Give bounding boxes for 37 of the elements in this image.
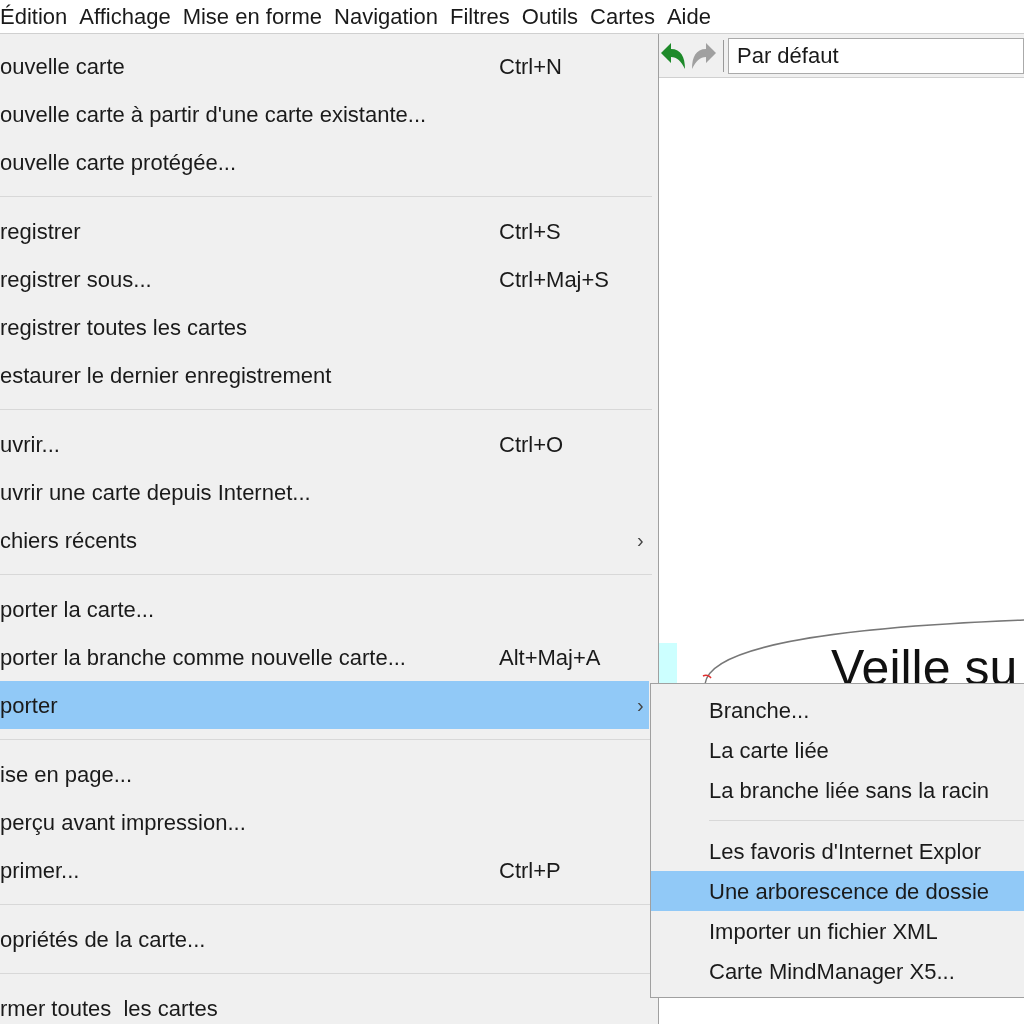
submenu-item[interactable]: Une arborescence de dossie <box>651 871 1024 911</box>
menu-bar-item[interactable]: Navigation <box>334 0 438 33</box>
submenu-arrow: › <box>637 528 645 553</box>
menu-item[interactable]: ise en page... <box>0 750 649 798</box>
menu-bar-item[interactable]: Aide <box>666 0 711 33</box>
menu-item[interactable]: ouvelle carte à partir d'une carte existante... <box>0 90 649 138</box>
menu-item[interactable]: registrer toutes les cartes <box>0 303 649 351</box>
menu-item[interactable]: uvrir une carte depuis Internet... <box>0 468 649 516</box>
menu-item[interactable]: estaurer le dernier enregistrement <box>0 351 649 399</box>
menu-bar-item[interactable]: Filtres <box>449 0 510 33</box>
submenu-arrow: › <box>637 693 645 718</box>
submenu-item[interactable]: Carte MindManager X5... <box>651 951 1024 991</box>
menu-item[interactable]: opriétés de la carte... <box>0 915 649 963</box>
menu-bar-item[interactable]: Édition <box>0 0 68 33</box>
menu-bar-item[interactable]: Mise en forme <box>182 0 322 33</box>
menu-item[interactable]: registrer Ctrl+S <box>0 207 649 255</box>
menu-bar-item[interactable]: Affichage <box>79 0 171 33</box>
style-select[interactable]: Par défaut <box>728 37 1024 74</box>
menu-item[interactable]: primer... Ctrl+P <box>0 846 649 894</box>
menu-bar-item[interactable]: Outils <box>521 0 579 33</box>
submenu-item[interactable]: La branche liée sans la racin <box>651 770 1024 810</box>
submenu-item[interactable]: Branche... <box>651 690 1024 730</box>
menu-item[interactable]: ouvelle carte Ctrl+N <box>0 42 649 90</box>
redo-icon[interactable] <box>689 40 719 71</box>
menu-item[interactable]: chiers récents › <box>0 516 649 564</box>
menu-item[interactable]: porter la carte... <box>0 585 649 633</box>
submenu-item[interactable]: Les favoris d'Internet Explor <box>651 831 1024 871</box>
menu-item[interactable]: perçu avant impression... <box>0 798 649 846</box>
submenu-item[interactable]: Importer un fichier XML <box>651 911 1024 951</box>
menu-item[interactable]: rmer toutes les cartes <box>0 984 649 1024</box>
menu-item[interactable]: porter la branche comme nouvelle carte... Alt+Maj+A <box>0 633 649 681</box>
menu-item[interactable]: uvrir... Ctrl+O <box>0 420 649 468</box>
menu-item[interactable]: ouvelle carte protégée... <box>0 138 649 186</box>
menu-item[interactable]: registrer sous... Ctrl+Maj+S <box>0 255 649 303</box>
menu-item[interactable]: porter › <box>0 681 649 729</box>
menu-bar-item[interactable]: Cartes <box>590 0 655 33</box>
submenu-item[interactable]: La carte liée <box>651 730 1024 770</box>
